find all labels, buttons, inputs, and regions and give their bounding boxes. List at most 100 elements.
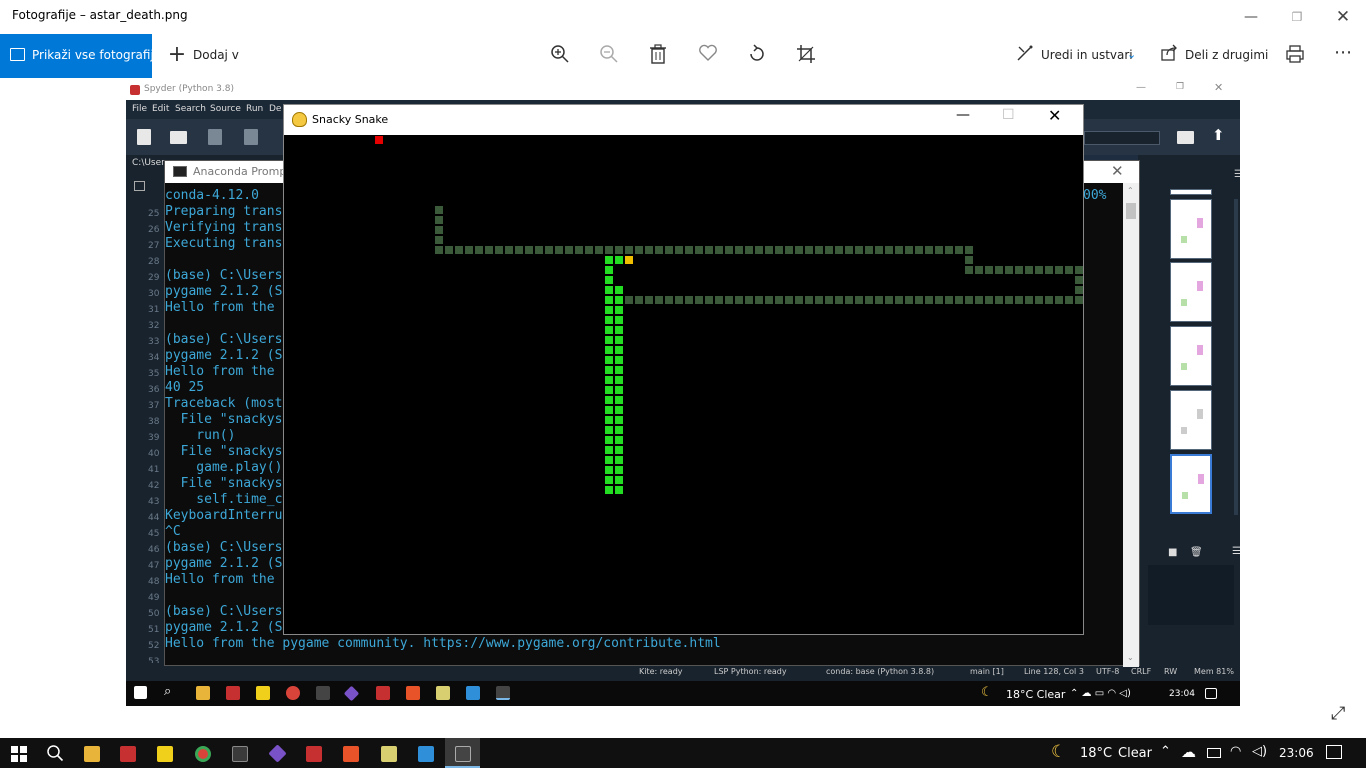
spyder-close-button[interactable]: ✕ <box>1214 81 1223 94</box>
print-icon[interactable] <box>1283 44 1307 68</box>
snacky-snake-window[interactable]: Snacky Snake — ☐ ✕ <box>283 104 1084 635</box>
working-directory-input[interactable] <box>1084 131 1160 145</box>
plot-thumbnail-selected[interactable] <box>1170 454 1212 514</box>
sticky-notes-icon[interactable] <box>157 746 173 762</box>
pane-menu-icon[interactable]: ☰ <box>1234 169 1240 180</box>
path-trail-cell <box>745 246 753 254</box>
parent-directory-icon[interactable]: ⬆ <box>1212 126 1225 144</box>
photos-app-icon <box>466 686 480 700</box>
path-trail-cell <box>925 246 933 254</box>
share-icon[interactable] <box>1157 44 1181 68</box>
path-trail-cell <box>755 296 763 304</box>
snake-minimize-button[interactable]: — <box>956 107 970 123</box>
battery-icon[interactable] <box>1207 748 1221 758</box>
app-icon[interactable] <box>343 746 359 762</box>
photos-app-icon[interactable] <box>418 746 434 762</box>
rotate-icon[interactable] <box>745 44 769 68</box>
spyder-app-icon-2[interactable] <box>306 746 322 762</box>
trash-icon[interactable]: 🗑 <box>1190 547 1203 558</box>
show-hidden-icons-icon[interactable]: ⌃ <box>1160 744 1171 759</box>
line-number: 47 <box>148 561 160 571</box>
path-trail-cell <box>1055 296 1063 304</box>
obsidian-icon[interactable] <box>268 744 287 763</box>
console-line: pygame 2.1.2 (S <box>165 348 283 363</box>
add-to-button[interactable]: Dodaj v <box>193 48 239 62</box>
plots-scrollbar[interactable] <box>1234 199 1238 515</box>
scroll-up-icon[interactable]: ⌃ <box>1127 186 1134 195</box>
delete-icon[interactable] <box>646 44 670 68</box>
scroll-down-icon[interactable]: ⌄ <box>1127 653 1134 662</box>
pane-options-icon[interactable]: ☰ <box>1232 546 1240 557</box>
game-board[interactable] <box>284 135 1083 634</box>
active-app-slot[interactable] <box>445 738 480 768</box>
fullscreen-icon[interactable]: ⤢ <box>1331 703 1345 724</box>
crop-icon[interactable] <box>794 44 818 68</box>
chrome-icon[interactable] <box>195 746 211 762</box>
plot-thumbnail[interactable] <box>1170 262 1212 322</box>
new-file-icon[interactable] <box>137 129 151 145</box>
menu-edit[interactable]: Edit <box>152 104 169 114</box>
search-icon[interactable] <box>46 744 64 766</box>
open-folder-icon[interactable] <box>170 131 187 144</box>
menu-run[interactable]: Run <box>246 104 263 114</box>
file-explorer-icon[interactable] <box>84 746 100 762</box>
notepad-icon[interactable] <box>381 746 397 762</box>
menu-debug[interactable]: De <box>269 104 281 114</box>
notifications-icon[interactable] <box>1326 745 1342 759</box>
path-trail-cell <box>935 246 943 254</box>
stop-icon[interactable]: ■ <box>1168 547 1177 558</box>
plot-thumbnail[interactable] <box>1170 189 1212 195</box>
path-trail-cell <box>695 296 703 304</box>
minimize-button[interactable]: — <box>1228 0 1274 34</box>
edit-create-icon[interactable] <box>1013 44 1037 68</box>
chevron-down-icon[interactable]: ⌄ <box>1127 48 1136 61</box>
path-trail-cell <box>975 296 983 304</box>
browse-folder-icon[interactable] <box>1177 131 1194 144</box>
show-all-photos-button[interactable]: Prikaži vse fotografije <box>0 34 161 78</box>
plot-thumbnail[interactable] <box>1170 390 1212 450</box>
line-number: 27 <box>148 241 160 251</box>
editor-tab-icon[interactable] <box>134 181 145 191</box>
zoom-in-icon[interactable] <box>548 44 572 68</box>
volume-icon[interactable]: ◁) <box>1252 744 1267 759</box>
path-trail-cell <box>675 246 683 254</box>
system-clock[interactable]: 23:06 <box>1279 746 1314 760</box>
snake-maximize-button[interactable]: ☐ <box>1002 107 1015 123</box>
onedrive-cloud-icon[interactable]: ☁ <box>1181 743 1196 761</box>
path-trail-cell <box>495 246 503 254</box>
close-button[interactable]: ✕ <box>1320 0 1366 34</box>
start-button[interactable] <box>11 746 27 766</box>
plot-thumbnail[interactable] <box>1170 326 1212 386</box>
save-icon[interactable] <box>208 129 222 145</box>
zoom-out-icon[interactable] <box>597 44 621 68</box>
weather-condition[interactable]: Clear <box>1118 746 1152 761</box>
save-all-icon[interactable] <box>244 129 258 145</box>
plot-thumbnail[interactable] <box>1170 199 1212 259</box>
line-number: 25 <box>148 209 160 219</box>
path-trail-cell <box>545 246 553 254</box>
restore-button[interactable]: ❐ <box>1274 0 1320 34</box>
terminal-icon[interactable] <box>232 746 248 762</box>
scrollbar-thumb[interactable] <box>1126 203 1136 219</box>
path-trail-cell <box>825 296 833 304</box>
menu-file[interactable]: File <box>132 104 147 114</box>
console-scrollbar[interactable]: ⌃ ⌄ <box>1123 183 1139 667</box>
console-line: Hello from the pygame community. https:/… <box>165 636 721 651</box>
spyder-minimize-button[interactable]: — <box>1136 82 1146 93</box>
weather-temperature[interactable]: 18°C <box>1080 746 1112 761</box>
line-number: 32 <box>148 321 160 331</box>
spyder-app-icon[interactable] <box>120 746 136 762</box>
path-trail-cell <box>925 296 933 304</box>
heart-icon[interactable] <box>696 44 720 68</box>
spyder-restore-button[interactable]: ❐ <box>1176 82 1184 92</box>
anaconda-close-button[interactable]: ✕ <box>1111 162 1124 180</box>
plus-icon[interactable]: + <box>165 43 189 67</box>
snake-close-button[interactable]: ✕ <box>1048 106 1061 125</box>
wifi-icon[interactable]: ◠ <box>1230 744 1241 759</box>
edit-create-button[interactable]: Uredi in ustvari <box>1041 48 1133 62</box>
snake-body-segment <box>605 416 613 424</box>
menu-search[interactable]: Search <box>175 104 206 114</box>
more-options-icon[interactable]: ⋯ <box>1331 41 1355 65</box>
menu-source[interactable]: Source <box>210 104 241 114</box>
share-button[interactable]: Deli z drugimi <box>1185 48 1268 62</box>
